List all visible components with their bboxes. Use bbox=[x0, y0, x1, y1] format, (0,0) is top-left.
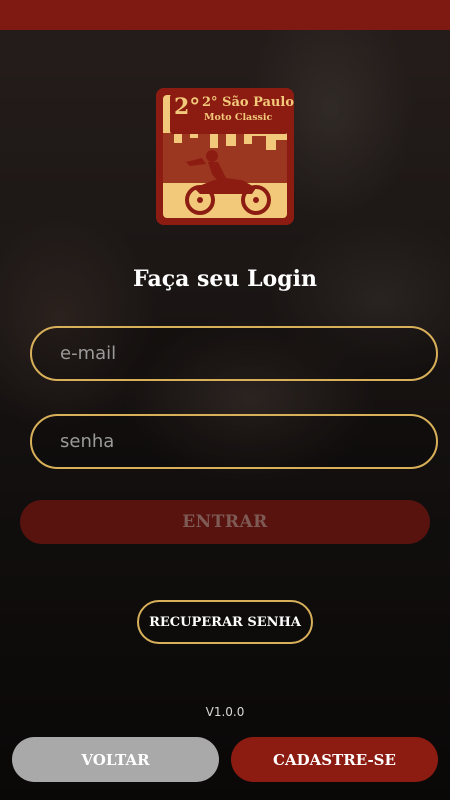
password-input[interactable] bbox=[58, 430, 436, 453]
password-field[interactable] bbox=[30, 414, 438, 469]
status-bar bbox=[0, 0, 450, 30]
login-title: Faça seu Login bbox=[133, 266, 317, 292]
register-button[interactable]: CADASTRE-SE bbox=[231, 737, 438, 782]
logo-number: 2° bbox=[174, 94, 201, 120]
logo-line1: 2° São Paulo bbox=[202, 95, 294, 110]
event-logo: 2° 2° São Paulo Moto Classic bbox=[156, 88, 294, 225]
logo-line2: Moto Classic bbox=[204, 112, 273, 123]
recover-password-button[interactable]: RECUPERAR SENHA bbox=[137, 600, 313, 644]
enter-button[interactable]: ENTRAR bbox=[20, 500, 430, 544]
email-field[interactable] bbox=[30, 326, 438, 381]
back-button[interactable]: VOLTAR bbox=[12, 737, 219, 782]
email-input[interactable] bbox=[58, 342, 436, 365]
app-version: V1.0.0 bbox=[205, 705, 245, 719]
